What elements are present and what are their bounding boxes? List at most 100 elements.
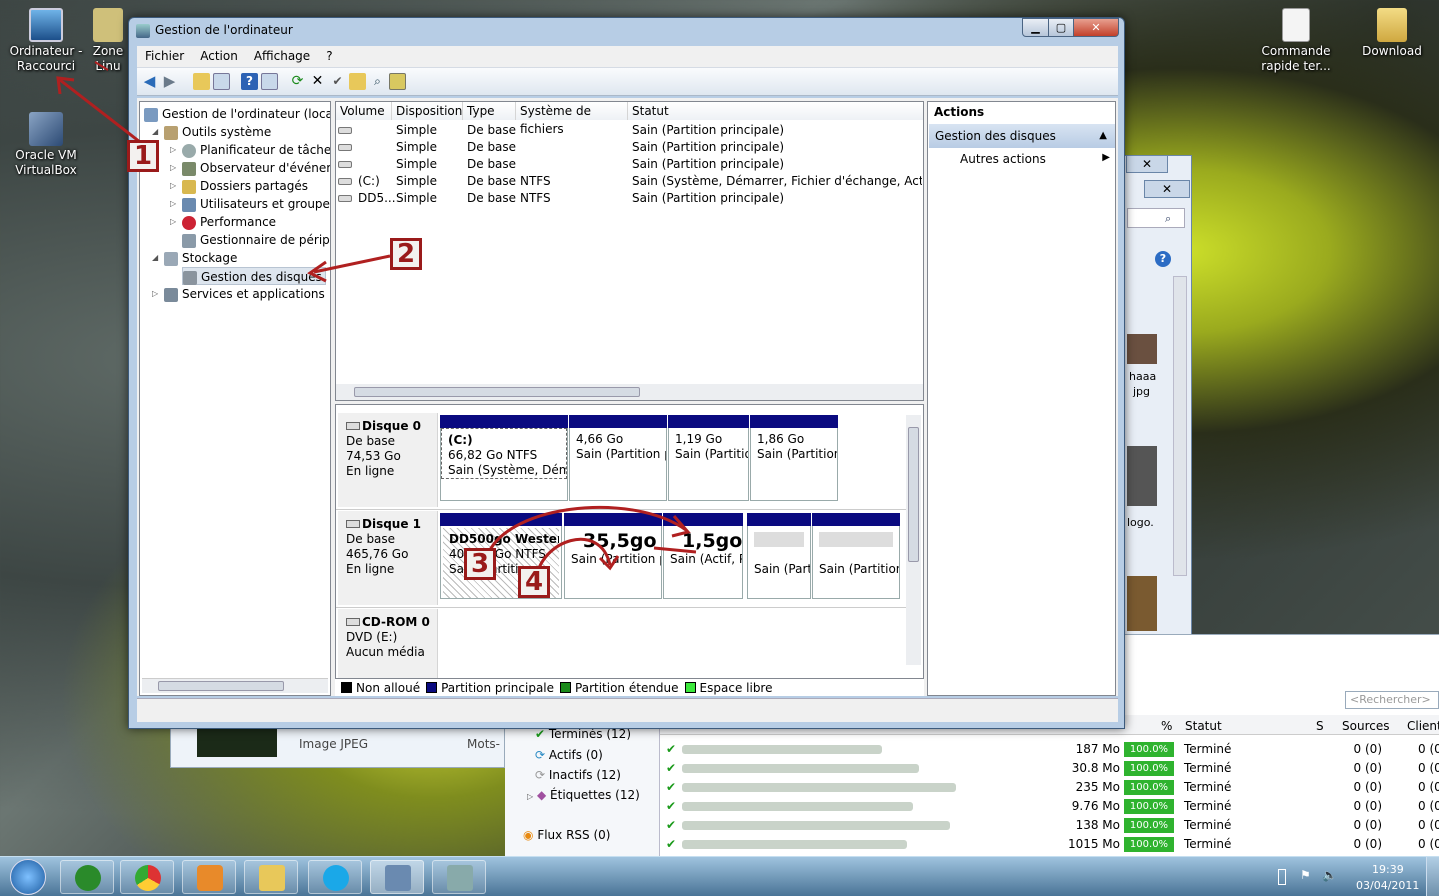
expand-arrow[interactable]: ◢: [152, 249, 158, 267]
check-icon[interactable]: ✔: [329, 73, 346, 90]
torrent-row[interactable]: ✔ 30.8 Mo 100.0% Terminé 0 (0) 0 (0: [660, 759, 1439, 778]
torrent-row[interactable]: ✔ 9.76 Mo 100.0% Terminé 0 (0) 0 (0: [660, 797, 1439, 816]
tree-users-groups[interactable]: Utilisateurs et groupes l: [182, 195, 330, 213]
disk-name: Disque 0: [346, 419, 437, 434]
tree-event-viewer[interactable]: Observateur d'événeme: [182, 159, 330, 177]
console-tree-icon[interactable]: [213, 73, 230, 90]
vertical-scrollbar[interactable]: [906, 415, 921, 665]
volume-row[interactable]: Simple De base Sain (Partition principale): [336, 156, 923, 173]
torrent-row[interactable]: ✔ 235 Mo 100.0% Terminé 0 (0) 0 (0: [660, 778, 1439, 797]
refresh-icon[interactable]: ⟳: [289, 73, 306, 90]
menu-file[interactable]: Fichier: [137, 46, 192, 66]
taskbar-chrome[interactable]: [120, 860, 174, 894]
close-icon[interactable]: ✕: [1126, 155, 1168, 173]
scrollbar[interactable]: [1173, 276, 1187, 576]
up-folder-icon[interactable]: [193, 73, 210, 90]
torrent-row[interactable]: ✔ 138 Mo 100.0% Terminé 0 (0) 0 (0: [660, 816, 1439, 835]
partition[interactable]: 1,5go Sain (Actif, P: [663, 513, 743, 599]
column-type[interactable]: Type: [463, 102, 516, 120]
close-icon[interactable]: ✕: [1144, 180, 1190, 198]
partition[interactable]: Sain (Part: [747, 513, 811, 599]
volume-row[interactable]: Simple De base Sain (Partition principale): [336, 139, 923, 156]
partition[interactable]: 4,66 Go Sain (Partition p: [569, 415, 667, 501]
tray-battery-icon[interactable]: [1278, 869, 1286, 885]
taskbar-calculator[interactable]: [432, 860, 486, 894]
partition[interactable]: 35,5go Sain (Partition p: [564, 513, 662, 599]
desktop-icon-download[interactable]: Download: [1352, 8, 1432, 59]
tray-volume-icon[interactable]: 🔈: [1322, 868, 1337, 882]
column-filesystem[interactable]: Système de fichiers: [516, 102, 628, 136]
back-icon[interactable]: ◀: [141, 73, 158, 90]
horizontal-scrollbar[interactable]: [336, 384, 923, 400]
menu-action[interactable]: Action: [192, 46, 246, 66]
disk-label[interactable]: Disque 1 De base 465,76 Go En ligne: [338, 511, 438, 605]
category-completed[interactable]: ✔ Terminés (12): [535, 727, 631, 741]
category-inactive[interactable]: ⟳ Inactifs (12): [535, 768, 621, 782]
tree-shared-folders[interactable]: Dossiers partagés: [182, 177, 308, 195]
tray-date[interactable]: 03/04/2011: [1356, 879, 1419, 892]
window-title: Gestion de l'ordinateur: [155, 23, 293, 37]
open-folder-icon[interactable]: [349, 73, 366, 90]
category-labels[interactable]: ▷ ◆ Étiquettes (12): [527, 788, 640, 802]
action-more[interactable]: Autres actions ▶: [960, 152, 1110, 166]
column-layout[interactable]: Disposition: [392, 102, 463, 120]
volume-row[interactable]: DD5... Simple De base NTFS Sain (Partition p…: [336, 190, 923, 207]
menu-help[interactable]: ?: [318, 46, 340, 66]
column-status[interactable]: Statut: [628, 102, 923, 120]
maximize-button[interactable]: ▢: [1048, 18, 1074, 37]
taskbar-media[interactable]: [182, 860, 236, 894]
partition[interactable]: (C:)66,82 Go NTFSSain (Système, Démar: [440, 415, 568, 501]
tree-services-apps[interactable]: Services et applications: [164, 285, 325, 303]
tray-flag-icon[interactable]: ⚑: [1300, 868, 1311, 882]
properties-icon[interactable]: [389, 73, 406, 90]
chevron-right-icon: ▶: [1102, 152, 1110, 163]
actions-section[interactable]: Gestion des disques ▲: [929, 124, 1115, 148]
help-icon[interactable]: ?: [241, 73, 258, 90]
annotation-1: 1: [127, 140, 159, 172]
tree-performance[interactable]: Performance: [182, 213, 276, 231]
category-rss[interactable]: ◉ Flux RSS (0): [523, 828, 610, 842]
torrent-row[interactable]: ✔ 1015 Mo 100.0% Terminé 0 (0) 0 (0: [660, 835, 1439, 854]
volume-row[interactable]: Simple De base Sain (Partition principale): [336, 122, 923, 139]
partition[interactable]: Sain (Partition: [812, 513, 900, 599]
taskbar-utorrent[interactable]: [60, 860, 114, 894]
help-icon[interactable]: ?: [1155, 251, 1171, 267]
disk-icon: [346, 618, 360, 626]
horizontal-scrollbar[interactable]: [142, 678, 328, 693]
tree-task-scheduler[interactable]: Planificateur de tâches: [182, 141, 330, 159]
partition[interactable]: 1,86 Go Sain (Partition: [750, 415, 838, 501]
close-button[interactable]: ✕: [1073, 18, 1119, 37]
tray-time[interactable]: 19:39: [1372, 863, 1404, 876]
volume-row[interactable]: (C:) Simple De base NTFS Sain (Système, Déma…: [336, 173, 923, 190]
taskbar-computer-management[interactable]: [370, 860, 424, 894]
expand-arrow[interactable]: ◢: [152, 123, 158, 141]
desktop-icon-zone[interactable]: Zone Linu: [88, 8, 128, 74]
desktop-icon-virtualbox[interactable]: Oracle VM VirtualBox: [6, 112, 86, 178]
partition-l3: Sain (Partition: [757, 447, 837, 461]
show-desktop-button[interactable]: [1426, 857, 1439, 896]
collapse-icon[interactable]: ▲: [1099, 124, 1107, 148]
tree-device-manager[interactable]: Gestionnaire de périphé: [182, 231, 330, 249]
taskbar-explorer[interactable]: [244, 860, 298, 894]
minimize-button[interactable]: ▁: [1022, 18, 1049, 37]
delete-icon[interactable]: ✕: [309, 73, 326, 90]
partition[interactable]: 1,19 Go Sain (Partitio: [668, 415, 749, 501]
desktop-icon-computer[interactable]: Ordinateur - Raccourci: [6, 8, 86, 74]
disk-label[interactable]: Disque 0 De base 74,53 Go En ligne: [338, 413, 438, 507]
torrent-row[interactable]: ✔ 187 Mo 100.0% Terminé 0 (0) 0 (0: [660, 740, 1439, 759]
desktop-icon-command[interactable]: Commande rapide ter...: [1256, 8, 1336, 74]
taskbar-skype[interactable]: [308, 860, 362, 894]
search-icon[interactable]: ⌕: [1165, 212, 1171, 226]
tree-disk-management[interactable]: Gestion des disques: [182, 267, 326, 285]
tree-storage[interactable]: Stockage: [164, 249, 237, 267]
menu-view[interactable]: Affichage: [246, 46, 318, 66]
column-volume[interactable]: Volume: [336, 102, 392, 120]
action-pane-icon[interactable]: [261, 73, 278, 90]
search-input[interactable]: <Rechercher>: [1345, 691, 1439, 709]
tree-system-tools[interactable]: Outils système: [164, 123, 271, 141]
search-icon[interactable]: ⌕: [369, 73, 386, 90]
forward-icon[interactable]: ▶: [161, 73, 178, 90]
category-active[interactable]: ⟳ Actifs (0): [535, 748, 603, 762]
start-button[interactable]: [10, 859, 46, 895]
tree-root[interactable]: Gestion de l'ordinateur (local): [144, 105, 330, 123]
